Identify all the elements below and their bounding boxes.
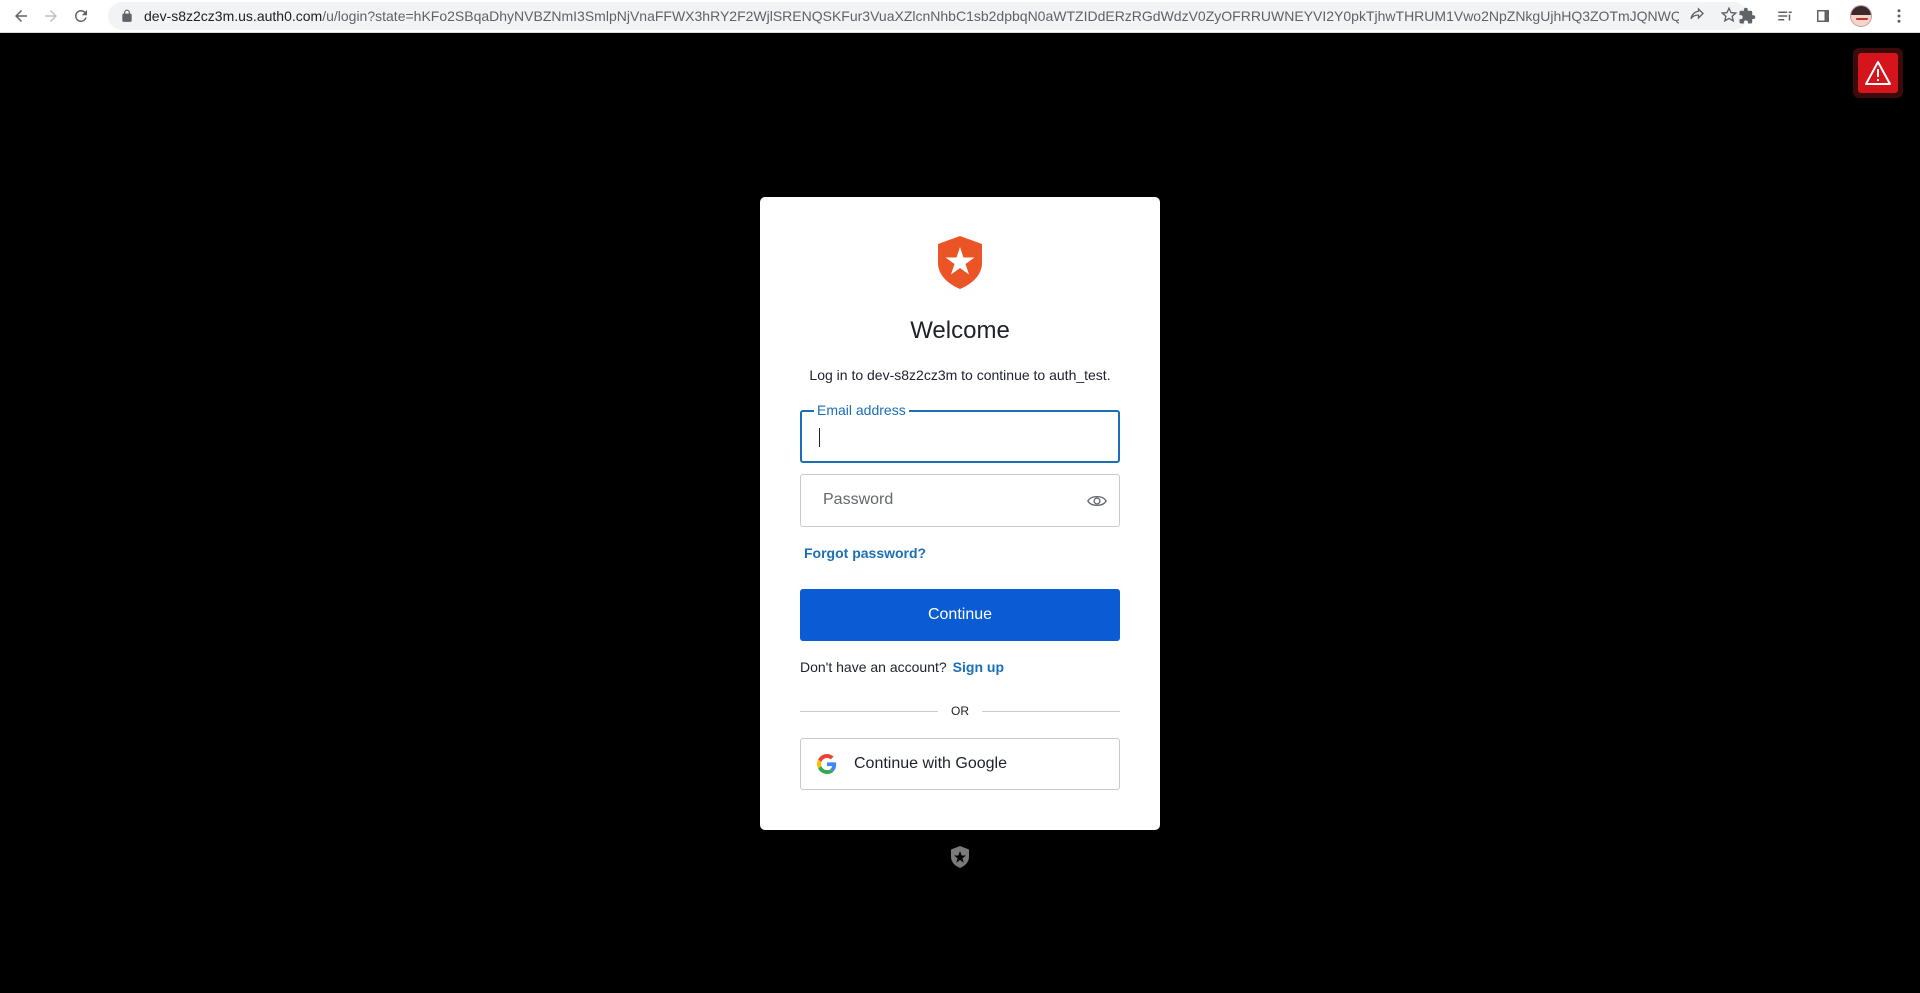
url-host: dev-s8z2cz3m.us.auth0.com — [144, 8, 323, 24]
login-card: Welcome Log in to dev-s8z2cz3m to contin… — [760, 197, 1160, 830]
warning-badge[interactable] — [1853, 48, 1903, 98]
google-login-button[interactable]: Continue with Google — [800, 738, 1120, 790]
forward-arrow-icon — [45, 10, 57, 22]
back-arrow-icon — [15, 10, 27, 22]
password-field[interactable]: Password — [800, 474, 1120, 527]
side-panel-button[interactable] — [1810, 3, 1836, 29]
browser-toolbar: dev-s8z2cz3m.us.auth0.com/u/login?state=… — [0, 0, 1920, 33]
url-path: /u/login?state=hKFo2SBqaDhyNVBZNmI3SmlpN… — [322, 8, 1679, 24]
email-field-label: Email address — [814, 402, 909, 418]
extensions-button[interactable] — [1734, 3, 1760, 29]
lock-icon — [122, 9, 132, 22]
address-bar[interactable]: dev-s8z2cz3m.us.auth0.com/u/login?state=… — [108, 2, 1748, 30]
signup-link[interactable]: Sign up — [953, 659, 1004, 675]
no-account-text: Don't have an account? — [800, 659, 947, 675]
browser-menu-button[interactable] — [1886, 3, 1912, 29]
extensions-icon — [1739, 7, 1756, 24]
menu-kebab-icon — [1897, 9, 1901, 23]
or-divider: OR — [800, 703, 1120, 719]
auth0-logo-icon — [938, 236, 982, 289]
profile-avatar — [1850, 5, 1872, 27]
google-login-label: Continue with Google — [854, 755, 1007, 772]
share-icon[interactable] — [1688, 6, 1706, 24]
signup-row: Don't have an account? Sign up — [800, 659, 1004, 675]
url-text: dev-s8z2cz3m.us.auth0.com/u/login?state=… — [144, 8, 1679, 24]
text-caret — [819, 428, 820, 447]
password-placeholder: Password — [823, 491, 894, 508]
login-subtitle: Log in to dev-s8z2cz3m to continue to au… — [809, 367, 1111, 383]
page-title: Welcome — [910, 317, 1010, 344]
email-field[interactable]: Email address — [800, 402, 1120, 463]
forgot-password-link[interactable]: Forgot password? — [804, 545, 926, 561]
reload-icon — [74, 9, 87, 22]
reading-list-icon — [1778, 11, 1792, 21]
warning-icon — [1865, 61, 1891, 85]
auth0-footer-logo-icon[interactable] — [949, 845, 971, 869]
continue-button[interactable]: Continue — [800, 589, 1120, 641]
warning-badge-inner — [1858, 53, 1898, 93]
eye-icon[interactable] — [1087, 492, 1107, 510]
back-button[interactable] — [6, 1, 36, 31]
divider-line-right — [982, 711, 1120, 712]
profile-button[interactable] — [1848, 3, 1874, 29]
reading-list-button[interactable] — [1772, 3, 1798, 29]
side-panel-icon — [1817, 10, 1829, 22]
google-g-icon — [817, 754, 837, 774]
reload-button[interactable] — [66, 1, 96, 31]
forward-button[interactable] — [36, 1, 66, 31]
